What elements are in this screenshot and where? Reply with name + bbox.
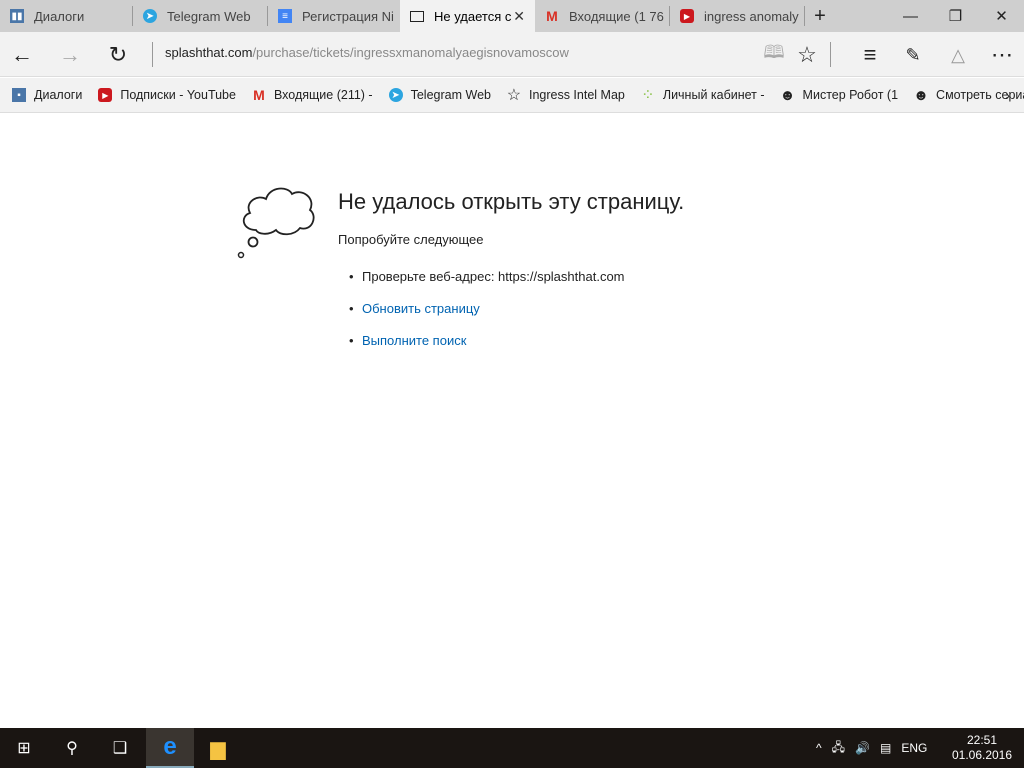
reading-view-icon[interactable]: 🕮 <box>756 40 792 70</box>
refresh-button[interactable]: ↻ <box>100 40 136 70</box>
bookmark-youtube[interactable]: ▶ Подписки - YouTube <box>98 88 236 102</box>
web-note-icon[interactable]: ✎ <box>895 40 931 70</box>
tab-gmail[interactable]: M Входящие (1 76 <box>535 0 670 32</box>
tab-telegram[interactable]: ➤ Telegram Web <box>133 0 268 32</box>
date: 01.06.2016 <box>951 748 1013 762</box>
star-icon: ☆ <box>506 87 522 104</box>
clock[interactable]: 22:51 01.06.2016 <box>952 728 1012 768</box>
tab-label: Входящие (1 76 <box>569 8 664 24</box>
task-view-icon[interactable]: ❑ <box>96 728 144 768</box>
bookmark-ingress[interactable]: ☆ Ingress Intel Map <box>506 87 625 104</box>
bookmark-label: Диалоги <box>34 88 83 102</box>
taskbar: ⊞ ⚲ ❑ e ▆ ^ 🖧 🔊 ▤ ENG 22:51 01.06.2016 <box>0 728 1024 768</box>
bookmark-mr-robot[interactable]: ☻ Мистер Робот (1 <box>779 86 899 104</box>
forward-button[interactable]: → <box>52 40 88 70</box>
vk-icon: ▪ <box>12 88 26 102</box>
bookmark-label: Входящие (211) - <box>273 88 373 102</box>
restore-button[interactable]: ❐ <box>933 0 978 32</box>
check-address-item: Проверьте веб-адрес: https://splashthat.… <box>349 269 624 301</box>
bookmark-label: Мистер Робот (1 <box>802 88 899 102</box>
vk-icon: ▮▮ <box>10 9 24 23</box>
bookmark-label: Telegram Web <box>410 88 491 102</box>
face-icon: ☻ <box>779 86 796 104</box>
bookmark-label: Ingress Intel Map <box>528 88 625 102</box>
volume-icon[interactable]: 🔊 <box>855 741 870 755</box>
thought-cloud-icon <box>237 187 315 259</box>
time: 22:51 <box>966 733 998 747</box>
tab-youtube[interactable]: ▶ ingress anomaly <box>670 0 805 32</box>
minimize-button[interactable]: — <box>888 0 933 32</box>
page-icon <box>410 10 424 22</box>
system-tray: ^ 🖧 🔊 ▤ ENG <box>816 728 927 768</box>
telegram-icon: ➤ <box>143 9 157 23</box>
notifications-icon[interactable]: ▤ <box>880 741 891 755</box>
back-button[interactable]: ← <box>4 40 40 70</box>
network-icon[interactable]: 🖧 <box>832 738 845 759</box>
error-title: Не удалось открыть эту страницу. <box>338 189 685 214</box>
edge-icon[interactable]: e <box>146 728 194 768</box>
close-tab-icon[interactable]: ✕ <box>513 8 525 25</box>
tab-label: Telegram Web <box>167 8 251 24</box>
new-tab-button[interactable]: + <box>800 0 840 32</box>
bookmark-label: Личный кабинет - <box>662 88 765 102</box>
error-page: Не удалось открыть эту страницу. Попробу… <box>0 114 1024 728</box>
address-domain: splashthat.com <box>165 45 253 60</box>
dots-icon: ⁘ <box>641 87 655 104</box>
chevron-icon[interactable]: › <box>1005 87 1010 103</box>
gmail-icon: M <box>253 87 265 103</box>
favorite-star-icon[interactable]: ☆ <box>789 40 825 70</box>
tab-label: ingress anomaly <box>704 8 799 24</box>
address-path: /purchase/tickets/ingressxmanomalyaegisn… <box>252 45 569 60</box>
chevron-up-icon[interactable]: ^ <box>816 741 822 755</box>
face-icon: ☻ <box>913 86 929 104</box>
search-link[interactable]: Выполните поиск <box>362 333 466 348</box>
tab-bar: ▮▮ Диалоги ➤ Telegram Web ≡ Регистрация Ni … <box>0 0 1024 32</box>
error-subtitle: Попробуйте следующее <box>338 232 484 247</box>
youtube-icon: ▶ <box>98 88 113 102</box>
hub-icon[interactable]: ≡ <box>852 40 888 70</box>
tab-label: Не удается с <box>434 8 512 24</box>
start-button[interactable]: ⊞ <box>0 728 48 768</box>
bookmark-cabinet[interactable]: ⁘ Личный кабинет - <box>641 87 765 104</box>
bookmark-gmail[interactable]: M Входящие (211) - <box>252 87 373 103</box>
share-icon[interactable]: △ <box>940 40 976 70</box>
bookmark-telegram[interactable]: ➤ Telegram Web <box>388 88 491 102</box>
gmail-icon: M <box>546 8 558 24</box>
bookmark-label: Смотреть сериал <box>936 88 1024 102</box>
file-explorer-icon[interactable]: ▆ <box>194 728 242 768</box>
language-indicator[interactable]: ENG <box>901 741 927 755</box>
favorites-bar: ▪ Диалоги ▶ Подписки - YouTube M Входящие (… <box>0 78 1024 113</box>
refresh-page-link[interactable]: Обновить страницу <box>362 301 480 316</box>
bookmark-dialogs[interactable]: ▪ Диалоги <box>12 88 82 102</box>
youtube-icon: ▶ <box>680 9 694 23</box>
suggestion-list: Проверьте веб-адрес: https://splashthat.… <box>349 269 624 365</box>
bookmark-label: Подписки - YouTube <box>120 88 236 102</box>
search-icon[interactable]: ⚲ <box>48 728 96 768</box>
tab-label: Диалоги <box>34 8 85 24</box>
tab-label: Регистрация Ni <box>302 8 394 24</box>
docs-icon: ≡ <box>278 9 292 23</box>
close-window-button[interactable]: ✕ <box>979 0 1024 32</box>
tab-dialogs[interactable]: ▮▮ Диалоги <box>0 0 133 32</box>
tab-registration[interactable]: ≡ Регистрация Ni <box>268 0 400 32</box>
address-bar[interactable]: splashthat.com/purchase/tickets/ingressx… <box>165 45 569 60</box>
navigation-toolbar: ← → ↻ splashthat.com/purchase/tickets/in… <box>0 32 1024 77</box>
telegram-icon: ➤ <box>388 88 403 102</box>
tab-error-active[interactable]: Не удается с ✕ <box>400 0 535 32</box>
more-icon[interactable]: ⋯ <box>984 40 1020 70</box>
